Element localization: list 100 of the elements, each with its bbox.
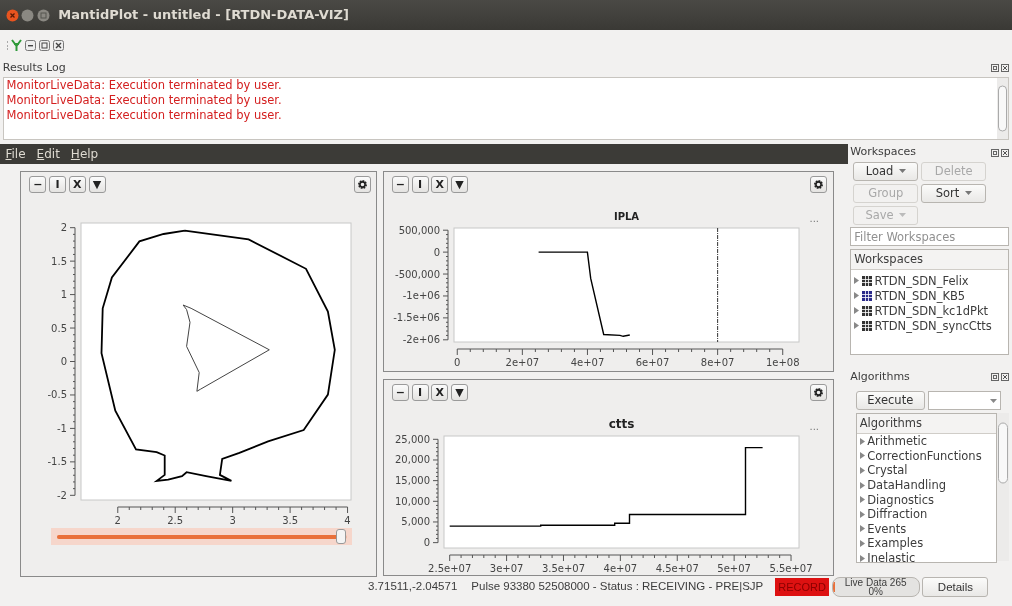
menu-item[interactable]: Edit bbox=[36, 144, 60, 163]
algorithm-item[interactable]: DataHandling bbox=[867, 478, 946, 493]
tool-button[interactable]: I bbox=[49, 176, 66, 193]
settings-icon bbox=[356, 179, 368, 190]
tick-label: 0 bbox=[423, 536, 431, 548]
record-indicator: RECORD bbox=[775, 577, 829, 597]
restore-icon[interactable] bbox=[38, 39, 50, 51]
tick-label: 2e+07 bbox=[505, 356, 540, 366]
filter-field[interactable]: Filter Workspaces bbox=[850, 227, 1010, 247]
tool-button[interactable]: ▼ bbox=[451, 384, 468, 401]
algorithm-item[interactable]: Arithmetic bbox=[867, 434, 928, 449]
expand-icon[interactable] bbox=[854, 292, 859, 299]
algorithm-item[interactable]: Diagnostics bbox=[867, 492, 934, 507]
expand-icon[interactable] bbox=[854, 322, 859, 329]
close-icon[interactable] bbox=[1001, 148, 1010, 157]
expand-icon[interactable] bbox=[854, 277, 859, 284]
algorithm-combo[interactable] bbox=[927, 391, 1001, 410]
slider[interactable] bbox=[51, 528, 352, 545]
float-icon[interactable] bbox=[990, 373, 999, 381]
execute-button[interactable]: Execute bbox=[855, 391, 925, 410]
toolbar-button[interactable]: Sort bbox=[921, 183, 987, 203]
float-icon[interactable] bbox=[990, 64, 999, 73]
tick-label: 0 bbox=[433, 246, 441, 258]
tick-label: 1e+08 bbox=[766, 356, 800, 366]
tick-label: 20,000 bbox=[395, 453, 431, 465]
panel-title: Results Log bbox=[2, 60, 66, 76]
tool-button[interactable]: I bbox=[411, 384, 429, 401]
tick-label: 1.5 bbox=[50, 255, 67, 267]
minimize-icon[interactable] bbox=[25, 39, 36, 51]
tick-label: -0.5 bbox=[47, 389, 67, 401]
tool-button[interactable]: X bbox=[431, 384, 449, 401]
settings-button[interactable] bbox=[810, 384, 827, 401]
tool-button[interactable]: ▼ bbox=[451, 176, 468, 193]
tool-button[interactable]: − bbox=[391, 384, 409, 401]
close-icon[interactable] bbox=[52, 39, 64, 51]
settings-icon bbox=[813, 387, 824, 398]
chart-title: IPLA bbox=[614, 210, 640, 222]
tick-label: -1.5 bbox=[47, 456, 67, 468]
tool-button[interactable]: − bbox=[391, 176, 409, 193]
algorithm-item[interactable]: Crystal bbox=[867, 463, 908, 478]
tick-label: 0 bbox=[60, 356, 67, 367]
dock-title: Workspaces bbox=[850, 144, 917, 161]
algorithm-item[interactable]: CorrectionFunctions bbox=[867, 448, 982, 463]
close-icon[interactable] bbox=[1001, 373, 1010, 381]
details-button[interactable]: Details bbox=[922, 577, 989, 597]
algorithm-item[interactable]: Examples bbox=[867, 536, 924, 551]
toolbar-button[interactable]: Load bbox=[853, 161, 919, 181]
more-menu[interactable]: ... bbox=[809, 420, 820, 432]
log-line: MonitorLiveData: Execution terminated by user. bbox=[6, 77, 283, 93]
expand-icon[interactable] bbox=[854, 307, 859, 314]
tick-label: 0 bbox=[454, 356, 461, 366]
tick-label: 5.5e+07 bbox=[769, 562, 813, 574]
float-icon[interactable] bbox=[990, 148, 999, 157]
algorithm-item[interactable]: Inelastic bbox=[867, 551, 916, 566]
workspace-item[interactable]: RTDN_SDN_Felix bbox=[874, 273, 969, 288]
toolbar-handle-icon[interactable] bbox=[5, 40, 9, 50]
dock-title: Algorithms bbox=[850, 368, 910, 385]
tool-button[interactable]: X bbox=[68, 176, 86, 193]
more-menu[interactable]: ... bbox=[809, 212, 820, 224]
tick-label: 2.5e+07 bbox=[428, 562, 472, 574]
tick-label: 25,000 bbox=[395, 433, 431, 445]
tick-label: 1 bbox=[60, 289, 67, 301]
workspace-item[interactable]: RTDN_SDN_syncCtts bbox=[874, 318, 992, 333]
tick-label: 3 bbox=[229, 515, 236, 526]
tick-label: 5,000 bbox=[401, 515, 431, 527]
settings-button[interactable] bbox=[810, 176, 827, 193]
tree-header: Workspaces bbox=[851, 250, 1009, 271]
progress-percent: 0% bbox=[868, 587, 883, 596]
close-icon[interactable] bbox=[1001, 64, 1010, 73]
maximize-icon[interactable] bbox=[37, 8, 50, 22]
algorithm-item[interactable]: Diffraction bbox=[867, 507, 928, 522]
tick-label: -2e+06 bbox=[403, 333, 441, 345]
tool-button[interactable]: ▼ bbox=[88, 176, 106, 193]
caret-icon bbox=[989, 398, 997, 403]
tick-label: 3.5 bbox=[281, 515, 298, 526]
settings-button[interactable] bbox=[353, 176, 371, 193]
slider-handle[interactable] bbox=[335, 528, 346, 544]
tick-label: 4.5e+07 bbox=[655, 562, 700, 574]
caret-icon bbox=[898, 169, 906, 173]
tick-label: -1e+06 bbox=[403, 289, 441, 301]
tick-label: 15,000 bbox=[395, 474, 431, 486]
tool-button[interactable]: I bbox=[411, 176, 429, 193]
close-icon[interactable] bbox=[5, 8, 19, 22]
progress-label: Live Data 265 bbox=[843, 578, 908, 587]
workspace-item[interactable]: RTDN_SDN_KB5 bbox=[874, 288, 966, 303]
log-line: MonitorLiveData: Execution terminated by user. bbox=[6, 92, 283, 108]
menu-item[interactable]: Help bbox=[70, 144, 99, 163]
tick-label: 4e+07 bbox=[603, 562, 638, 574]
tick-label: -1 bbox=[56, 422, 67, 434]
menu-item[interactable]: File bbox=[5, 144, 26, 163]
workspace-item[interactable]: RTDN_SDN_kc1dPkt bbox=[874, 303, 989, 318]
scrollbar[interactable] bbox=[997, 412, 1010, 561]
algorithm-item[interactable]: Events bbox=[867, 521, 907, 536]
tick-label: 3.5e+07 bbox=[542, 562, 586, 574]
tool-button[interactable]: X bbox=[431, 176, 449, 193]
chart-title: ctts bbox=[608, 416, 635, 431]
tool-button[interactable]: − bbox=[29, 176, 47, 193]
tick-label: -1.5e+06 bbox=[393, 311, 441, 323]
scrollbar[interactable] bbox=[997, 77, 1009, 139]
tree-header: Algorithms bbox=[856, 413, 997, 434]
